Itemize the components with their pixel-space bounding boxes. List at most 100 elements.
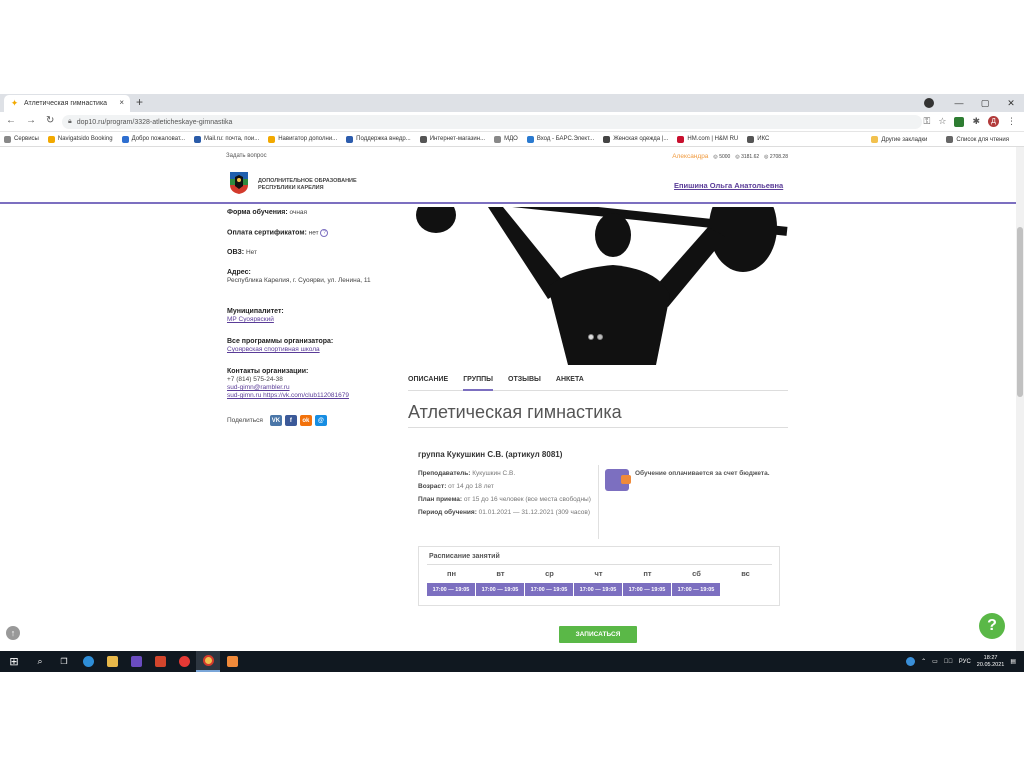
tab-bar: ✦ Атлетическая гимнастика × + — ▢ ✕ — [0, 94, 1024, 112]
extension-icon[interactable] — [954, 116, 965, 127]
yandex-icon[interactable] — [172, 651, 196, 672]
bookmark-item[interactable]: Добро пожаловат... — [121, 135, 185, 143]
tab-3[interactable]: АНКЕТА — [556, 374, 584, 391]
bookmark-label: Женская одежда |... — [613, 136, 669, 142]
vk-icon[interactable]: VK — [269, 415, 282, 426]
tray-app-icon[interactable] — [906, 657, 916, 666]
municipality-link[interactable]: МР Суоярвский — [227, 316, 274, 323]
bookmark-item[interactable]: Женская одежда |... — [603, 135, 669, 143]
help-button[interactable]: ? — [979, 613, 1005, 639]
url-field[interactable]: 🔒︎ dop10.ru/program/3328-atleticheskaye-… — [62, 115, 922, 129]
bookmark-label: Навигатор дополни... — [278, 136, 338, 142]
folder-icon — [871, 136, 879, 143]
help-icon[interactable]: ? — [320, 229, 329, 237]
maximize-button[interactable]: ▢ — [972, 98, 998, 109]
bookmark-item[interactable]: Сервисы — [4, 135, 39, 143]
edge-icon[interactable] — [76, 651, 100, 672]
stat-1: ◎ 5000 — [713, 153, 731, 160]
budget-note: Обучение оплачивается за счет бюджета. — [605, 469, 780, 491]
carousel-dot-2[interactable] — [597, 334, 603, 340]
app-icon-3[interactable] — [220, 651, 244, 672]
enroll-button[interactable]: ЗАПИСАТЬСЯ — [559, 626, 637, 643]
schedule-time-slot: 17:00 — 19:05 — [574, 583, 622, 596]
windows-start-icon[interactable]: ⊞ — [0, 651, 28, 672]
bookmark-item[interactable]: Поддержка внедр... — [346, 135, 411, 143]
task-view-icon[interactable]: ❐ — [52, 651, 76, 672]
clock[interactable]: 18:27 20.05.2021 — [977, 655, 1005, 669]
tab-0[interactable]: ОПИСАНИЕ — [408, 374, 448, 391]
bookmark-item[interactable]: Navigatsido Booking — [47, 135, 113, 143]
schedule-days: пн вт ср чт пт сб вс — [427, 569, 770, 578]
scroll-up-button[interactable]: ↑ — [6, 626, 20, 640]
organizer-link[interactable]: Суоярвская спортивная школа — [227, 346, 320, 353]
schedule-time-slot: 17:00 — 19:05 — [427, 583, 475, 596]
menu-icon[interactable]: ⋮ — [1007, 116, 1016, 127]
app-icon-1[interactable] — [124, 651, 148, 672]
bookmark-item[interactable]: Mail.ru: почта, пои... — [194, 135, 259, 143]
bookmark-icon — [419, 135, 427, 143]
reload-icon[interactable]: ↻ — [46, 115, 54, 126]
tab-close-icon[interactable]: × — [119, 98, 124, 107]
search-icon[interactable]: ⌕ — [28, 651, 52, 672]
bookmark-icon — [747, 135, 755, 143]
bookmark-label: Список для чтения — [956, 136, 1009, 143]
bookmark-icon — [121, 135, 129, 143]
user-profile-link[interactable]: Епишина Ольга Анатольевна — [674, 181, 783, 190]
wallet-icon — [605, 469, 631, 491]
bookmark-folder[interactable]: Список для чтения — [946, 136, 1009, 143]
karelia-coat-of-arms-icon[interactable] — [229, 171, 249, 195]
new-tab-button[interactable]: + — [136, 95, 143, 109]
star-icon[interactable]: ☆ — [938, 116, 946, 127]
back-icon[interactable]: ← — [6, 115, 16, 126]
tab-1[interactable]: ГРУППЫ — [463, 374, 494, 391]
close-window-button[interactable]: ✕ — [998, 98, 1024, 109]
top-username[interactable]: Александра — [672, 153, 708, 160]
share-row: Поделиться VK f ok @ — [227, 415, 327, 426]
scrollbar-thumb[interactable] — [1017, 227, 1023, 397]
bookmark-item[interactable]: ИКС — [747, 135, 769, 143]
page-scrollbar[interactable] — [1016, 147, 1024, 651]
facebook-icon[interactable]: f — [284, 415, 297, 426]
site-logo-text[interactable]: ДОПОЛНИТЕЛЬНОЕ ОБРАЗОВАНИЕ РЕСПУБЛИКИ КА… — [258, 178, 357, 192]
notifications-icon[interactable]: ▤ — [1010, 658, 1016, 665]
moimir-icon[interactable]: @ — [314, 415, 327, 426]
ovz-field: ОВЗ: Нет — [227, 249, 258, 256]
schedule-day: вт — [496, 569, 505, 578]
bookmark-item[interactable]: Вход - БАРС.Элект... — [526, 135, 594, 143]
odnoklassniki-icon[interactable]: ok — [299, 415, 312, 426]
bookmark-label: Другие закладки — [881, 136, 928, 143]
volume-icon[interactable]: ◁ﾞ — [944, 659, 953, 665]
bookmark-icon — [346, 135, 354, 143]
contact-website-link[interactable]: sud-gimn.ru https://vk.com/club112081679 — [227, 392, 349, 399]
bookmark-icon — [677, 135, 685, 143]
tab-title: Атлетическая гимнастика — [24, 100, 108, 107]
program-image-carousel[interactable] — [408, 207, 788, 365]
forward-icon[interactable]: → — [26, 115, 36, 126]
bookmark-icon — [194, 135, 201, 143]
carousel-dot-1[interactable] — [588, 334, 594, 340]
account-avatar[interactable]: Д — [988, 116, 999, 127]
bookmarks-bar: Сервисы Navigatsido Booking Добро пожалова… — [0, 132, 1024, 147]
language-indicator[interactable]: РУС — [959, 659, 971, 665]
bookmark-item[interactable]: HM.com | H&M RU — [677, 135, 738, 143]
app-icon-2[interactable] — [148, 651, 172, 672]
file-explorer-icon[interactable] — [100, 651, 124, 672]
bookmark-item[interactable]: МДО — [494, 135, 518, 143]
bookmark-item[interactable]: Навигатор дополни... — [268, 135, 338, 143]
organizer-programs-field: Все программы организатора: Суоярвская с… — [227, 338, 334, 353]
browser-tab[interactable]: ✦ Атлетическая гимнастика × — [4, 95, 130, 112]
bookmark-folder[interactable]: Другие закладки — [871, 136, 927, 143]
chrome-icon[interactable] — [196, 651, 220, 672]
network-icon[interactable]: ▭ — [932, 658, 938, 665]
bookmark-item[interactable]: Интернет-магазин... — [419, 135, 485, 143]
profile-icon[interactable] — [924, 98, 934, 108]
puzzle-icon[interactable]: ✱ — [972, 116, 980, 127]
share-label: Поделиться — [227, 417, 263, 424]
contact-email-link[interactable]: sud-gimn@rambler.ru — [227, 384, 290, 391]
ask-question-link[interactable]: Задать вопрос — [226, 153, 267, 159]
minimize-button[interactable]: — — [946, 98, 972, 108]
chevron-up-icon[interactable]: ⌃ — [921, 658, 926, 665]
lock-icon: 🔒︎ — [68, 118, 72, 125]
tab-2[interactable]: ОТЗЫВЫ — [508, 374, 541, 391]
key-icon[interactable]: ⚿ — [924, 116, 931, 127]
